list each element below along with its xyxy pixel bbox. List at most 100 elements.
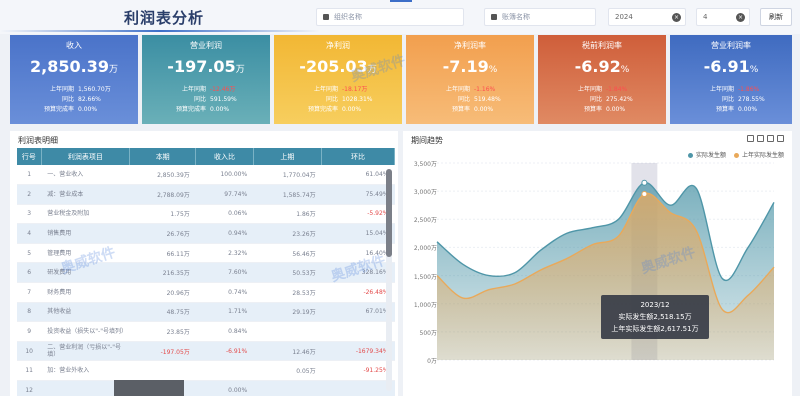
table-row[interactable]: 9 投资收益（损失以"-"号填列） 23.85万 0.84% xyxy=(17,321,395,342)
table-cell: 减：营业成本 xyxy=(41,184,130,205)
table-cell: 28.53万 xyxy=(253,282,322,303)
kpi-detail-value: -18.17万 xyxy=(342,86,368,93)
kpi-detail-value: 0.00% xyxy=(342,106,362,113)
checkbox-icon xyxy=(323,14,329,20)
kpi-value: -6.92% xyxy=(574,57,630,76)
year-select[interactable]: 2024 × xyxy=(608,8,686,26)
table-row[interactable]: 1 一、营业收入 2,850.39万 100.00% 1,770.04万 61.04% xyxy=(17,165,395,186)
chart-tooltip: 2023/12 实际发生额2,518.15万 上年实际发生额2,617.51万 xyxy=(601,295,709,339)
table-cell: 1,770.04万 xyxy=(253,165,322,186)
table-cell: 0.05万 xyxy=(253,360,322,382)
table-cell: 4 xyxy=(17,223,42,244)
table-cell: 0.84% xyxy=(195,321,254,342)
kpi-detail-value: 1028.31% xyxy=(342,96,373,103)
checkbox-icon xyxy=(491,14,497,20)
kpi-details: 上年同期 -1.84% 同比 275.42% 预算率 0.00% xyxy=(568,85,633,115)
table-cell xyxy=(195,360,254,382)
kpi-title: 收入 xyxy=(66,41,82,50)
kpi-detail-label: 预算完成率 xyxy=(175,106,206,113)
table-row[interactable]: 10 二、营业利润（亏损以"-"号填） -197.05万 -6.91% 12.46万 -1… xyxy=(17,341,395,362)
y-tick-label: 3,000万 xyxy=(413,189,437,197)
kpi-detail-value: 278.55% xyxy=(738,96,765,103)
kpi-detail-label: 上年同期 xyxy=(181,86,206,93)
y-tick-label: 2,000万 xyxy=(413,245,437,253)
column-header[interactable]: 上期 xyxy=(253,148,323,165)
table-cell: 7 xyxy=(17,282,42,303)
kpi-detail-label: 预算率 xyxy=(715,106,734,113)
table-cell: 营业税金及附加 xyxy=(41,204,130,225)
clear-icon[interactable]: × xyxy=(736,13,745,22)
table-cell: 29.19万 xyxy=(253,302,322,323)
table-cell: 2.32% xyxy=(195,243,254,264)
kpi-details: 上年同期 -12.46万 同比 591.59% 预算完成率 0.00% xyxy=(172,85,237,115)
table-cell xyxy=(321,321,395,342)
y-tick-label: 1,000万 xyxy=(413,301,437,309)
table-cell: 9 xyxy=(17,321,42,342)
clear-icon[interactable]: × xyxy=(672,13,681,22)
table-cell: 56.46万 xyxy=(253,243,322,264)
table-cell: -197.05万 xyxy=(129,341,196,362)
table-cell: 75.49% xyxy=(321,184,395,205)
column-header[interactable]: 收入比 xyxy=(195,148,254,165)
table-cell: 8 xyxy=(17,302,42,323)
org-filter[interactable]: 组织名称 xyxy=(316,8,464,26)
kpi-details: 上年同期 -1.86% 同比 278.55% 预算率 0.00% xyxy=(700,85,765,115)
kpi-value: -197.05万 xyxy=(167,57,245,76)
table-cell: 50.53万 xyxy=(253,262,322,284)
kpi-detail-label: 上年同期 xyxy=(577,86,602,93)
table-title: 利润表明细 xyxy=(18,136,58,145)
column-header[interactable]: 行号 xyxy=(17,148,42,165)
table-cell: 23.26万 xyxy=(253,223,322,244)
kpi-title: 营业利润率 xyxy=(711,41,751,50)
table-cell xyxy=(253,380,322,396)
kpi-detail-value: 275.42% xyxy=(606,96,633,103)
kpi-value: -7.19% xyxy=(442,57,498,76)
column-header[interactable]: 利润表项目 xyxy=(41,148,131,165)
column-header[interactable]: 环比 xyxy=(321,148,395,165)
table-cell: 1.75万 xyxy=(129,204,196,225)
table-cell: 48.75万 xyxy=(129,302,196,323)
table-cell: 66.11万 xyxy=(129,243,196,264)
data-point-marker xyxy=(641,179,648,186)
table-cell: 23.85万 xyxy=(129,321,196,342)
table-cell: 10 xyxy=(17,341,42,362)
kpi-title: 净利润率 xyxy=(454,41,486,50)
ledger-filter[interactable]: 账簿名称 xyxy=(484,8,596,26)
table-cell: 20.96万 xyxy=(129,282,196,303)
table-cell: 其他收益 xyxy=(41,302,130,323)
table-row[interactable]: 12 0.00% xyxy=(17,380,395,396)
table-cell: 0.06% xyxy=(195,204,254,225)
month-select[interactable]: 4 × xyxy=(696,8,750,26)
data-point-marker xyxy=(641,190,648,197)
trend-chart[interactable] xyxy=(403,131,792,396)
table-scrollbar[interactable] xyxy=(386,169,392,391)
refresh-button[interactable]: 刷新 xyxy=(760,8,792,26)
kpi-detail-value: -12.46万 xyxy=(210,86,236,93)
table-cell: 26.76万 xyxy=(129,223,196,244)
table-row[interactable]: 4 销售费用 26.76万 0.94% 23.26万 15.04% xyxy=(17,223,395,244)
kpi-detail-value: 0.00% xyxy=(210,106,230,113)
table-cell: 6 xyxy=(17,262,42,284)
y-tick-label: 0万 xyxy=(427,358,437,365)
kpi-card-pretax-margin: 税前利润率 -6.92% 上年同期 -1.84% 同比 275.42% 预算率 0.00% xyxy=(538,35,666,124)
table-row[interactable]: 2 减：营业成本 2,788.09万 97.74% 1,585.74万 75.49% xyxy=(17,184,395,205)
table-row[interactable]: 7 财务费用 20.96万 0.74% 28.53万 -26.48% xyxy=(17,282,395,303)
scrollbar-thumb[interactable] xyxy=(386,169,392,257)
top-accent xyxy=(390,0,412,2)
table-cell: 12 xyxy=(17,380,42,396)
y-tick-label: 1,500万 xyxy=(413,273,437,281)
table-cell: 1.86万 xyxy=(253,204,322,225)
kpi-card-operating-margin: 营业利润率 -6.91% 上年同期 -1.86% 同比 278.55% 预算率 0.00% xyxy=(670,35,792,124)
ledger-filter-label: 账簿名称 xyxy=(502,13,530,21)
y-tick-label: 500万 xyxy=(419,329,437,337)
table-row[interactable]: 3 营业税金及附加 1.75万 0.06% 1.86万 -5.92% xyxy=(17,204,395,225)
kpi-details: 上年同期 1,560.70万 同比 82.66% 预算完成率 0.00% xyxy=(40,85,111,115)
kpi-detail-value: 82.66% xyxy=(78,96,101,103)
title-underline xyxy=(0,30,320,32)
tooltip-current: 实际发生额2,518.15万 xyxy=(618,313,692,321)
table-row[interactable]: 11 加：营业外收入 0.05万 -91.25% xyxy=(17,360,395,382)
table-cell: 67.01% xyxy=(321,302,395,323)
table-row[interactable]: 8 其他收益 48.75万 1.71% 29.19万 67.01% xyxy=(17,302,395,323)
column-header[interactable]: 本期 xyxy=(129,148,197,165)
org-filter-label: 组织名称 xyxy=(334,13,362,21)
